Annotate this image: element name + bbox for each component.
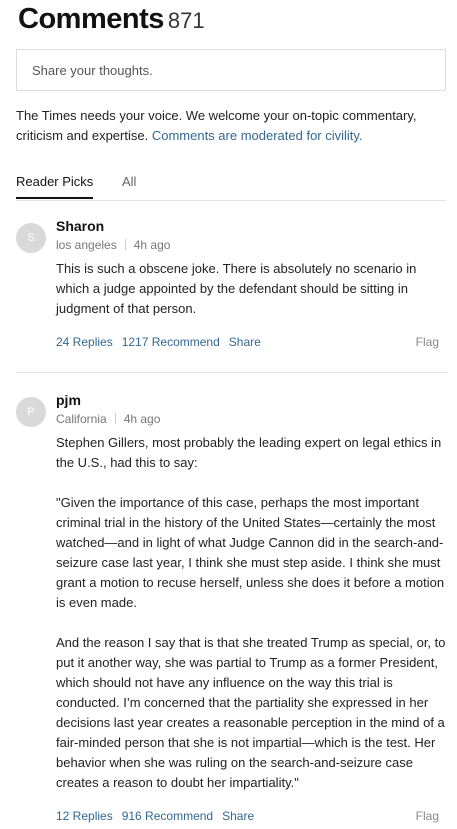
share-button[interactable]: Share: [222, 809, 254, 823]
commenter-name[interactable]: Sharon: [56, 217, 446, 235]
comment-body: Stephen Gillers, most probably the leadi…: [56, 433, 446, 793]
flag-button[interactable]: Flag: [416, 335, 439, 349]
comment-meta: los angeles 4h ago: [56, 236, 446, 254]
flag-button[interactable]: Flag: [416, 809, 439, 823]
tab-reader-picks[interactable]: Reader Picks: [16, 174, 94, 199]
comment-paragraph: Stephen Gillers, most probably the leadi…: [56, 435, 442, 470]
comment-paragraph: This is such a obscene joke. There is ab…: [56, 261, 417, 316]
commenter-name[interactable]: pjm: [56, 391, 446, 409]
comments-header: Comments 871: [18, 3, 205, 36]
comment-content: pjm California 4h ago Stephen Gillers, mo…: [56, 391, 446, 793]
commenter-location: California: [56, 412, 107, 426]
avatar: P: [16, 397, 46, 427]
comment-actions: 24 Replies 1217 Recommend Share Flag: [56, 335, 446, 349]
intro-text: The Times needs your voice. We welcome y…: [16, 106, 446, 146]
comments-title: Comments: [18, 3, 164, 35]
comment-meta: California 4h ago: [56, 410, 446, 428]
comment-input-box[interactable]: [16, 49, 446, 91]
comment-paragraph: "Given the importance of this case, perh…: [56, 495, 445, 610]
meta-divider: [124, 239, 126, 250]
tab-all[interactable]: All: [122, 174, 136, 197]
recommend-button[interactable]: 916 Recommend: [122, 809, 213, 823]
comment-input[interactable]: [32, 62, 430, 78]
recommend-button[interactable]: 1217 Recommend: [122, 335, 220, 349]
replies-button[interactable]: 12 Replies: [56, 809, 113, 823]
moderation-link[interactable]: Comments are moderated for civility.: [152, 128, 363, 143]
comments-count: 871: [167, 8, 205, 33]
comment-content: Sharon los angeles 4h ago This is such a …: [56, 217, 446, 319]
commenter-location: los angeles: [56, 238, 117, 252]
meta-divider: [114, 413, 116, 424]
comment-time: 4h ago: [133, 238, 171, 252]
comment-divider: [16, 372, 448, 373]
comment-time: 4h ago: [123, 412, 161, 426]
comment-actions: 12 Replies 916 Recommend Share Flag: [56, 809, 446, 823]
comment-tabs: Reader Picks All: [16, 170, 446, 201]
replies-button[interactable]: 24 Replies: [56, 335, 113, 349]
comment-paragraph: And the reason I say that is that she tr…: [56, 635, 446, 790]
comment-body: This is such a obscene joke. There is ab…: [56, 259, 446, 319]
avatar: S: [16, 223, 46, 253]
share-button[interactable]: Share: [229, 335, 261, 349]
comments-panel: Comments871 The Times needs your voice. …: [0, 0, 457, 829]
